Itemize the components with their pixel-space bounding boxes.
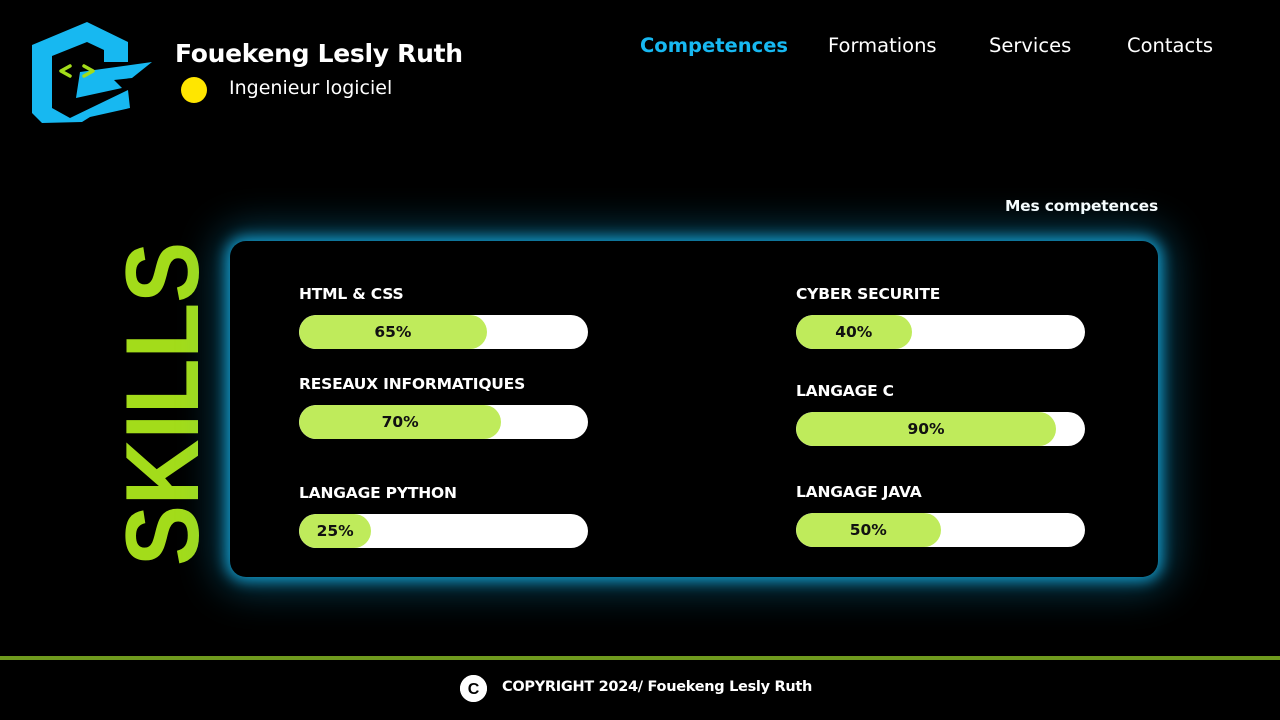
- progress-value: 65%: [374, 323, 412, 341]
- progress-fill: 40%: [796, 315, 912, 349]
- skill-label: LANGAGE C: [796, 382, 894, 400]
- progress-track: 70%: [299, 405, 588, 439]
- code-brackets-logo-icon[interactable]: [30, 20, 152, 124]
- copyright-glyph: C: [468, 681, 480, 698]
- skill-langage-java: LANGAGE JAVA 50%: [796, 481, 1085, 547]
- nav-link-contacts[interactable]: Contacts: [1127, 34, 1213, 57]
- progress-fill: 65%: [299, 315, 487, 349]
- progress-track: 50%: [796, 513, 1085, 547]
- progress-track: 90%: [796, 412, 1085, 446]
- status-dot: [181, 77, 207, 103]
- skill-langage-python: LANGAGE PYTHON 25%: [299, 482, 588, 548]
- skill-reseaux-informatiques: RESEAUX INFORMATIQUES 70%: [299, 373, 588, 439]
- skill-html-css: HTML & CSS 65%: [299, 283, 588, 349]
- progress-fill: 25%: [299, 514, 372, 548]
- skill-label: HTML & CSS: [299, 285, 404, 303]
- progress-fill: 50%: [796, 513, 941, 547]
- progress-fill: 70%: [299, 405, 502, 439]
- progress-fill: 90%: [796, 412, 1057, 446]
- copyright-text: COPYRIGHT 2024/ Fouekeng Lesly Ruth: [502, 679, 813, 695]
- progress-track: 65%: [299, 315, 588, 349]
- progress-value: 90%: [907, 420, 945, 438]
- nav-link-formations[interactable]: Formations: [828, 34, 937, 57]
- progress-value: 70%: [381, 413, 419, 431]
- portfolio-page: Fouekeng Lesly Ruth Ingenieur logiciel C…: [0, 0, 1280, 720]
- skill-label: LANGAGE JAVA: [796, 483, 922, 501]
- nav-link-services[interactable]: Services: [989, 34, 1071, 57]
- footer-divider: [0, 656, 1280, 660]
- skill-cyber-securite: CYBER SECURITE 40%: [796, 283, 1085, 349]
- skill-label: RESEAUX INFORMATIQUES: [299, 375, 526, 393]
- skills-vertical-text: SKILLS: [120, 242, 202, 566]
- progress-value: 25%: [316, 522, 354, 540]
- progress-track: 40%: [796, 315, 1085, 349]
- progress-value: 50%: [849, 521, 887, 539]
- progress-value: 40%: [835, 323, 873, 341]
- skill-label: CYBER SECURITE: [796, 285, 941, 303]
- brand-name: Fouekeng Lesly Ruth: [175, 39, 463, 68]
- role-subtitle: Ingenieur logiciel: [229, 77, 393, 99]
- copyright-icon: C: [460, 675, 487, 702]
- skills-vertical-title: SKILLS: [120, 242, 202, 566]
- skill-label: LANGAGE PYTHON: [299, 484, 457, 502]
- section-title: Mes competences: [1004, 197, 1158, 215]
- skill-langage-c: LANGAGE C 90%: [796, 380, 1085, 446]
- progress-track: 25%: [299, 514, 588, 548]
- skills-card: HTML & CSS 65% CYBER SECURITE 40% RESEAU…: [230, 241, 1158, 577]
- nav-link-competences[interactable]: Competences: [640, 34, 788, 57]
